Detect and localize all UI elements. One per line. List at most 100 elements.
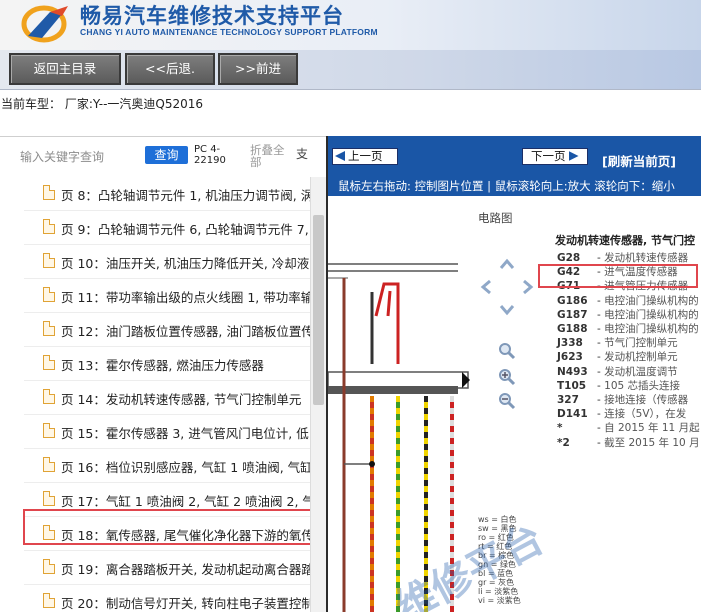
document-icon	[43, 185, 55, 200]
toc-panel: 输入关键字查询 查询 PC 4-22190 折叠全部 支 页 8：凸轮轴调节元件…	[0, 136, 326, 612]
list-item-label: 页 11：带功率输出级的点火线圈 1, 带功率输	[61, 290, 310, 305]
platform-subtitle: CHANG YI AUTO MAINTENANCE TECHNOLOGY SUP…	[80, 27, 378, 37]
color-key-item: vi = 淡紫色	[478, 596, 521, 605]
document-icon	[43, 593, 55, 608]
list-item-label: 页 20：制动信号灯开关, 转向柱电子装置控制	[61, 596, 310, 611]
viewer-toolbar: 上一页 下一页 [刷新当前页]	[328, 136, 701, 176]
next-page-label: 下一页	[531, 149, 566, 163]
legend-row: T105- 105 芯插头连接	[557, 378, 680, 393]
pan-right-icon[interactable]	[518, 278, 536, 296]
legend-heading: 发动机转速传感器, 节气门控	[555, 234, 696, 247]
header-banner: 畅易汽车维修技术支持平台 CHANG YI AUTO MAINTENANCE T…	[0, 0, 701, 50]
zoom-in-icon[interactable]	[498, 368, 516, 386]
legend-desc: 节气门控制单元	[604, 337, 678, 350]
list-item-label: 页 16：档位识别感应器, 气缸 1 喷油阀, 气缸	[61, 460, 310, 475]
legend-code: T105	[557, 379, 587, 392]
document-icon	[43, 321, 55, 336]
search-bar: 输入关键字查询 查询 PC 4-22190 折叠全部 支	[0, 137, 326, 177]
legend-row: J338- 节气门控制单元	[557, 335, 678, 350]
legend-desc: 电控油门操纵机构的	[604, 323, 699, 335]
legend-desc: 发动机转速传感器	[604, 252, 689, 264]
query-button[interactable]: 查询	[145, 146, 188, 164]
left-arrow-icon	[335, 151, 345, 161]
page-list: 页 8：凸轮轴调节元件 1, 机油压力调节阀, 涡页 9：凸轮轴调节元件 6, …	[0, 177, 310, 612]
legend-desc: 电控油门操纵机构的	[604, 294, 699, 307]
list-item-label: 页 10：油压开关, 机油压力降低开关, 冷却液	[61, 256, 310, 271]
legend-row: N493- 发动机温度调节	[557, 364, 678, 379]
list-item[interactable]: 页 20：制动信号灯开关, 转向柱电子装置控制	[24, 585, 310, 612]
logo-icon	[21, 5, 68, 43]
zoom-out-icon[interactable]	[498, 392, 516, 410]
document-icon	[43, 423, 55, 438]
list-item-label: 页 17：气缸 1 喷油阀 2, 气缸 2 喷油阀 2, 气	[61, 494, 310, 509]
support-link[interactable]: 支	[296, 145, 308, 162]
list-item-label: 页 8：凸轮轴调节元件 1, 机油压力调节阀, 涡	[61, 188, 310, 203]
legend-code: D141	[557, 408, 588, 421]
legend-row: * - 自 2015 年 11 月起	[557, 420, 700, 435]
legend-row: J623- 发动机控制单元	[557, 349, 678, 364]
right-arrow-icon	[568, 151, 579, 161]
viewer-panel: 上一页 下一页 [刷新当前页] 鼠标左右拖动: 控制图片位置 | 鼠标滚轮向上:…	[326, 136, 701, 612]
list-scrollbar[interactable]	[310, 177, 326, 612]
current-vehicle: 当前车型： 厂家:Y--一汽奥迪Q52016	[1, 97, 204, 111]
legend-code: G186	[557, 294, 588, 307]
legend-desc: 接地连接（传感器	[604, 394, 689, 406]
search-input[interactable]: 输入关键字查询	[20, 148, 104, 165]
legend-row: G186- 电控油门操纵机构的	[557, 293, 699, 308]
list-item[interactable]: 页 9：凸轮轴调节元件 6, 凸轮轴调节元件 7, 涡	[24, 211, 310, 245]
document-icon	[43, 491, 55, 506]
prev-page-button[interactable]: 上一页	[332, 148, 398, 165]
refresh-page-link[interactable]: [刷新当前页]	[602, 151, 676, 170]
list-item[interactable]: 页 19：离合器踏板开关, 发动机起动离合器踏	[24, 551, 310, 585]
legend-code: *2	[557, 436, 570, 449]
list-item-label: 页 15：霍尔传感器 3, 进气管风门电位计, 低	[61, 426, 309, 441]
zoom-reset-icon[interactable]	[498, 342, 516, 360]
list-item-label: 页 13：霍尔传感器, 燃油压力传感器	[61, 358, 264, 373]
legend-desc: 发动机温度调节	[604, 365, 678, 378]
legend-desc: 截至 2015 年 10 月	[604, 436, 700, 449]
legend-code: G188	[557, 323, 588, 335]
list-item[interactable]: 页 15：霍尔传感器 3, 进气管风门电位计, 低	[24, 415, 310, 449]
legend-row: G188- 电控油门操纵机构的	[557, 321, 699, 336]
back-button[interactable]: <<后退.	[125, 53, 215, 85]
nav-bar: 返回主目录 <<后退. >>前进	[0, 50, 701, 90]
list-item[interactable]: 页 14：发动机转速传感器, 节气门控制单元	[24, 381, 310, 415]
pan-down-icon[interactable]	[498, 300, 516, 318]
list-item[interactable]: 页 13：霍尔传感器, 燃油压力传感器	[24, 347, 310, 381]
legend-code: G187	[557, 308, 588, 321]
mouse-hint: 鼠标左右拖动: 控制图片位置 | 鼠标滚轮向上:放大 滚轮向下：缩小	[328, 176, 701, 196]
home-button[interactable]: 返回主目录	[9, 53, 121, 85]
legend-desc: 电控油门操纵机构的	[604, 308, 699, 321]
platform-title: 畅易汽车维修技术支持平台	[80, 4, 344, 28]
legend-row: G187- 电控油门操纵机构的	[557, 307, 699, 322]
list-item-label: 页 9：凸轮轴调节元件 6, 凸轮轴调节元件 7, 涡	[61, 222, 310, 237]
legend-row: G28- 发动机转速传感器	[557, 250, 688, 265]
wiring-diagram[interactable]: 电路图 发动机转速传感器, 节气门控 G28- 发动机转速传感器 G42- 进气温…	[328, 196, 701, 612]
list-item[interactable]: 页 8：凸轮轴调节元件 1, 机油压力调节阀, 涡	[24, 177, 310, 211]
collapse-all-button[interactable]: 折叠全部	[250, 144, 290, 168]
document-icon	[43, 355, 55, 370]
legend-code: G28	[557, 252, 581, 264]
document-icon	[43, 389, 55, 404]
list-item[interactable]: 页 11：带功率输出级的点火线圈 1, 带功率输	[24, 279, 310, 313]
legend-row: *2- 截至 2015 年 10 月	[557, 435, 700, 450]
document-icon	[43, 457, 55, 472]
legend-code: N493	[557, 365, 588, 378]
document-icon	[43, 219, 55, 234]
document-icon	[43, 253, 55, 268]
legend-code: *	[557, 422, 563, 435]
list-item[interactable]: 页 16：档位识别感应器, 气缸 1 喷油阀, 气缸	[24, 449, 310, 483]
forward-button[interactable]: >>前进	[218, 53, 298, 85]
document-icon	[43, 559, 55, 574]
legend-desc: 105 芯插头连接	[604, 379, 681, 392]
list-item[interactable]: 页 12：油门踏板位置传感器, 油门踏板位置传	[24, 313, 310, 347]
pan-up-icon[interactable]	[498, 256, 516, 274]
list-item-label: 页 19：离合器踏板开关, 发动机起动离合器踏	[61, 562, 310, 577]
next-page-button[interactable]: 下一页	[522, 148, 588, 165]
pan-left-icon[interactable]	[478, 278, 496, 296]
pc-code: PC 4-22190	[194, 144, 226, 166]
legend-desc: 发动机控制单元	[604, 351, 678, 364]
list-item-label: 页 14：发动机转速传感器, 节气门控制单元	[61, 392, 302, 407]
list-item[interactable]: 页 10：油压开关, 机油压力降低开关, 冷却液	[24, 245, 310, 279]
scroll-thumb[interactable]	[313, 215, 324, 405]
